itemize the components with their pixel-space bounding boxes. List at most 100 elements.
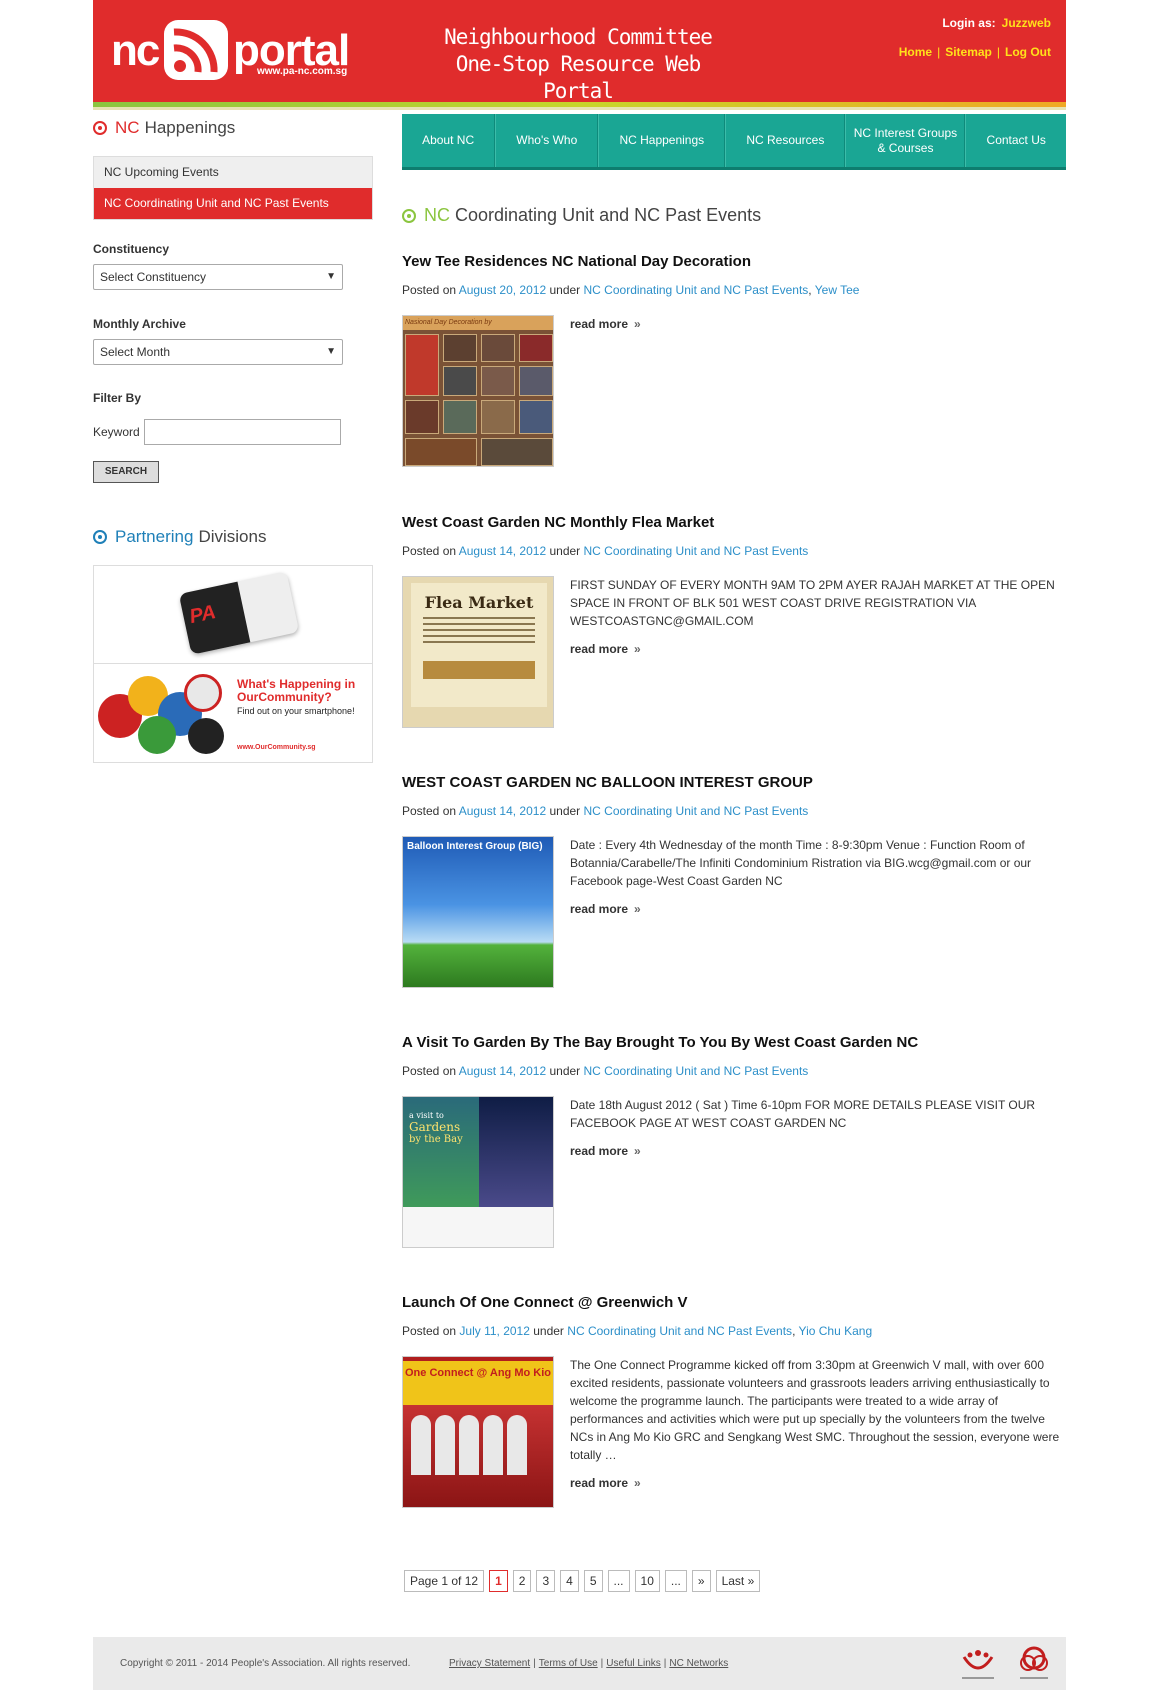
post-category[interactable]: NC Coordinating Unit and NC Past Events [584,1064,809,1078]
post-thumbnail[interactable]: One Connect @ Ang Mo Kio [402,1356,554,1508]
page-link-current[interactable]: 1 [489,1570,508,1592]
read-more-link[interactable]: read more» [570,1142,1066,1160]
page-link[interactable]: 5 [583,1570,603,1592]
post-title[interactable]: Launch Of One Connect @ Greenwich V [402,1294,1066,1311]
post-excerpt: Date : Every 4th Wednesday of the month … [570,836,1066,918]
ourcommunity-subline: Find out on your smartphone! [237,706,355,716]
post-date[interactable]: July 11, 2012 [459,1324,530,1338]
keyword-input[interactable] [143,419,341,445]
title-text: Divisions [198,527,267,546]
post-item: Yew Tee Residences NC National Day Decor… [402,253,1066,467]
nav-about-nc[interactable]: About NC [402,114,496,167]
post-title[interactable]: West Coast Garden NC Monthly Flea Market [402,514,1066,531]
read-more-link[interactable]: read more» [570,900,1066,918]
post-title[interactable]: A Visit To Garden By The Bay Brought To … [402,1034,1066,1051]
post-meta: Posted on July 11, 2012 under NC Coordin… [402,1324,873,1338]
pa-card-banner[interactable]: PA [94,566,372,664]
copyright-text: Copyright © 2011 - 2014 People's Associa… [120,1658,411,1669]
page-summary: Page 1 of 12 [404,1570,485,1592]
page-link[interactable]: 2 [512,1570,532,1592]
bullet-icon [93,121,107,135]
menu-past-events[interactable]: NC Coordinating Unit and NC Past Events [94,188,372,219]
page-ellipsis: ... [664,1570,687,1592]
month-select[interactable]: Select Month ▼ [93,339,343,365]
bullet-icon [402,208,416,223]
login-label: Login as: [942,16,996,30]
post-category[interactable]: NC Coordinating Unit and NC Past Events [567,1324,792,1338]
post-date[interactable]: August 20, 2012 [459,283,546,297]
double-chevron-icon: » [634,1476,641,1490]
logo-url: www.pa-nc.com.sg [257,66,348,77]
last-page-link[interactable]: Last » [715,1570,761,1592]
constituency-label: Constituency [93,242,170,256]
title-highlight: NC [424,205,450,225]
nav-interest-groups[interactable]: NC Interest Groups & Courses [845,114,966,167]
happenings-menu: NC Upcoming Events NC Coordinating Unit … [93,156,373,220]
footer-links: Privacy Statement | Terms of Use | Useful Li… [449,1658,728,1669]
post-item: Launch Of One Connect @ Greenwich V Post… [402,1294,1066,1508]
post-category[interactable]: NC Coordinating Unit and NC Past Events [584,804,809,818]
post-thumbnail[interactable]: Flea Market [402,576,554,728]
post-meta: Posted on August 20, 2012 under NC Coord… [402,283,860,297]
read-more-link[interactable]: read more» [570,315,1066,333]
useful-links-link[interactable]: Useful Links [606,1658,660,1669]
next-page-link[interactable]: » [691,1570,711,1592]
keyword-label: Keyword [93,425,140,439]
sitemap-link[interactable]: Sitemap [945,45,992,59]
nav-nc-happenings[interactable]: NC Happenings [598,114,726,167]
post-date[interactable]: August 14, 2012 [459,544,546,558]
read-more-link[interactable]: read more» [570,1474,1066,1492]
post-thumbnail[interactable]: Nasional Day Decoration by [402,315,554,467]
nav-whos-who[interactable]: Who's Who [495,114,599,167]
title-highlight: NC [115,118,140,137]
post-date[interactable]: August 14, 2012 [459,1064,546,1078]
logout-link[interactable]: Log Out [1005,45,1051,59]
post-title[interactable]: Yew Tee Residences NC National Day Decor… [402,253,1066,270]
bullet-icon [93,530,107,544]
terms-link[interactable]: Terms of Use [539,1658,598,1669]
title-highlight: Partnering [115,527,194,546]
nav-contact-us[interactable]: Contact Us [965,114,1066,167]
filter-label: Filter By [93,391,142,405]
post-thumbnail[interactable]: Balloon Interest Group (BIG) [402,836,554,988]
login-user[interactable]: Juzzweb [1002,16,1051,30]
divider: | [937,45,941,59]
divider: | [533,1658,536,1669]
login-status: Login as: Juzzweb [942,16,1051,30]
search-button[interactable]: SEARCH [93,461,159,483]
post-title[interactable]: WEST COAST GARDEN NC BALLOON INTEREST GR… [402,774,1066,791]
main-content: NC Coordinating Unit and NC Past Events … [402,205,1066,1508]
site-tagline: Neighbourhood Committee One-Stop Resourc… [423,24,733,105]
ourcommunity-banner[interactable]: What's Happening in OurCommunity? Find o… [94,664,372,762]
read-more-link[interactable]: read more» [570,640,1066,658]
month-value: Select Month [100,345,171,359]
constituency-select[interactable]: Select Constituency ▼ [93,264,343,290]
post-category[interactable]: NC Coordinating Unit and NC Past Events [584,283,809,297]
page-link[interactable]: 3 [536,1570,556,1592]
sidebar: NC Happenings NC Upcoming Events NC Coor… [93,118,373,763]
post-excerpt: The One Connect Programme kicked off fro… [570,1356,1066,1492]
page-link[interactable]: 4 [560,1570,579,1592]
privacy-link[interactable]: Privacy Statement [449,1658,530,1669]
pa-card-image: PA [178,571,300,655]
page-ellipsis: ... [607,1570,630,1592]
home-link[interactable]: Home [899,45,932,59]
menu-upcoming-events[interactable]: NC Upcoming Events [94,157,372,188]
partner-banners: PA What's Happening in OurCommunity? Fin… [93,565,373,763]
app-icons-image [98,672,228,754]
post-category[interactable]: NC Coordinating Unit and NC Past Events [584,544,809,558]
post-category-2[interactable]: Yew Tee [815,283,860,297]
rss-icon [164,20,228,80]
page-link[interactable]: 10 [634,1570,660,1592]
ourcommunity-url: www.OurCommunity.sg [237,744,316,751]
pa-logo-icon [1016,1645,1052,1683]
post-thumbnail[interactable]: a visit to Gardens by the Bay [402,1096,554,1248]
post-date[interactable]: August 14, 2012 [459,804,546,818]
nc-portal-logo[interactable]: nc portal www.pa-nc.com.sg [111,18,351,80]
post-excerpt: Date 18th August 2012 ( Sat ) Time 6-10p… [570,1096,1066,1160]
post-item: A Visit To Garden By The Bay Brought To … [402,1034,1066,1248]
nav-nc-resources[interactable]: NC Resources [725,114,846,167]
post-category-2[interactable]: Yio Chu Kang [799,1324,873,1338]
nc-networks-link[interactable]: NC Networks [669,1658,728,1669]
tagline-line-2: One-Stop Resource Web Portal [455,52,702,103]
